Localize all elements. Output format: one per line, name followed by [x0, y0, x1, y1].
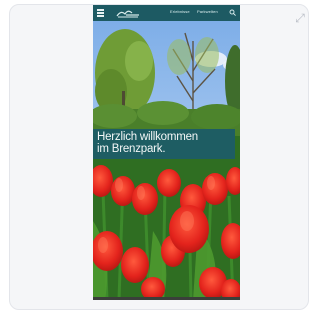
menu-icon[interactable]	[97, 9, 104, 17]
nav-link-erlebnisse[interactable]: Erlebnisse	[170, 9, 190, 15]
search-icon[interactable]	[229, 9, 236, 16]
expand-icon[interactable]: ⤢	[293, 11, 307, 25]
welcome-headline-line-1: Herzlich willkommen	[97, 131, 198, 143]
welcome-banner: Herzlich willkommen im Brenzpark.	[93, 129, 235, 159]
nav-link-parkwelten[interactable]: Parkwelten	[197, 9, 218, 15]
mobile-preview: Erlebnisse Parkwelten Herzlich willkomme…	[93, 5, 240, 300]
hero-image	[93, 21, 240, 300]
welcome-headline-line-2: im Brenzpark.	[97, 143, 166, 155]
logo-mark[interactable]	[115, 8, 141, 19]
top-navigation-bar: Erlebnisse Parkwelten	[93, 5, 240, 21]
